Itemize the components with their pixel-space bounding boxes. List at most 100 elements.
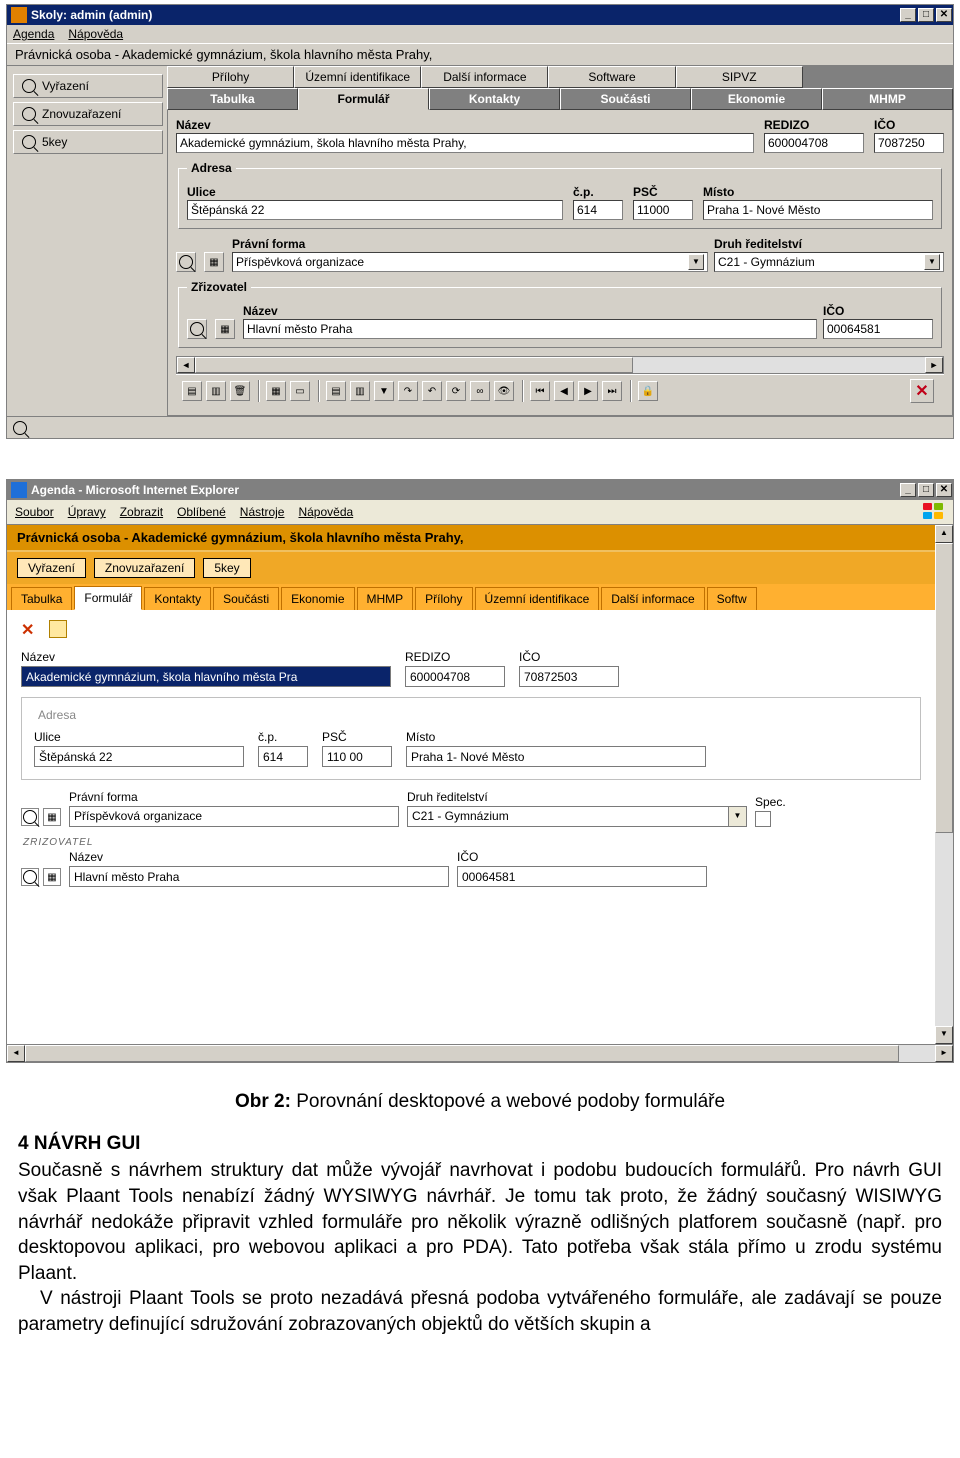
titlebar[interactable]: Skoly: admin (admin) _ □ ✕ [7,5,953,25]
tab-formular[interactable]: Formulář [74,586,142,610]
nav-first-icon[interactable]: ⏮ [530,381,550,401]
menu-upravy[interactable]: Úpravy [68,505,106,519]
detail-icon[interactable]: ▦ [204,252,224,272]
druhreditelstvi-select[interactable]: C21 - Gymnázium▼ [407,806,747,827]
tab-prilohy[interactable]: Přílohy [167,66,294,88]
tool-refresh-icon[interactable]: ⟳ [446,381,466,401]
cp-input[interactable] [258,746,308,767]
ulice-input[interactable] [34,746,244,767]
hscroll[interactable]: ◄ ► [7,1044,953,1062]
tool-table-icon[interactable]: ▤ [326,381,346,401]
scroll-track[interactable] [25,1045,935,1062]
zriz-nazev-input[interactable] [243,319,817,339]
tool-form-icon[interactable]: ▭ [290,381,310,401]
tab-sipvz[interactable]: SIPVZ [676,66,803,88]
chip-5key[interactable]: 5key [203,558,250,578]
scroll-track[interactable] [935,543,953,1026]
menu-oblibene[interactable]: Oblíbené [177,505,226,519]
tab-tabulka[interactable]: Tabulka [167,88,298,110]
tool-lock-icon[interactable]: 🔒 [638,381,658,401]
menu-napoveda[interactable]: Nápověda [68,27,123,41]
menu-nastroje[interactable]: Nástroje [240,505,285,519]
tab-prilohy[interactable]: Přílohy [415,587,472,610]
psc-input[interactable] [633,200,693,220]
tab-mhmp[interactable]: MHMP [822,88,953,110]
tab-uzemni[interactable]: Územní identifikace [475,587,600,610]
scroll-down-button[interactable]: ▼ [935,1026,953,1044]
tab-dalsi[interactable]: Další informace [421,66,548,88]
sidebar-znovuzarazeni[interactable]: Znovuzařazení [13,102,163,126]
lookup-icon[interactable] [176,252,196,272]
tab-uzemni[interactable]: Územní identifikace [294,66,421,88]
ico-input[interactable] [519,666,619,687]
zriz-ico-input[interactable] [823,319,933,339]
chip-znovuzarazeni[interactable]: Znovuzařazení [94,558,195,578]
scroll-right-button[interactable]: ► [925,357,943,373]
pravniforma-select[interactable]: Příspěvková organizace▼ [232,252,708,272]
druhreditelstvi-select[interactable]: C21 - Gymnázium▼ [714,252,944,272]
tool-filter-icon[interactable]: ▼ [374,381,394,401]
maximize-button[interactable]: □ [918,483,934,497]
tool-view-icon[interactable]: 👁 [494,381,514,401]
detail-icon[interactable]: ▦ [43,868,61,886]
pravniforma-select[interactable]: Příspěvková organizace [69,806,399,827]
delete-icon[interactable]: ✕ [21,620,39,638]
ulice-input[interactable] [187,200,563,220]
vscroll[interactable]: ▲ ▼ [935,525,953,1044]
scroll-left-button[interactable]: ◄ [7,1045,25,1062]
tool-link-icon[interactable]: ∞ [470,381,490,401]
tab-soucasti[interactable]: Součásti [560,88,691,110]
nav-prev-icon[interactable]: ◀ [554,381,574,401]
zriz-nazev-input[interactable] [69,866,449,887]
misto-input[interactable] [703,200,933,220]
scroll-thumb[interactable] [935,543,953,833]
menu-zobrazit[interactable]: Zobrazit [120,505,163,519]
close-button[interactable]: ✕ [936,8,952,22]
nazev-input[interactable] [176,133,754,153]
titlebar[interactable]: Agenda - Microsoft Internet Explorer _ □… [7,480,953,500]
sidebar-vyrazeni[interactable]: Vyřazení [13,74,163,98]
nazev-input[interactable] [21,666,391,687]
chip-vyrazeni[interactable]: Vyřazení [17,558,86,578]
misto-input[interactable] [406,746,706,767]
tab-kontakty[interactable]: Kontakty [144,587,211,610]
maximize-button[interactable]: □ [918,8,934,22]
tool-import-icon[interactable]: ↶ [422,381,442,401]
scroll-up-button[interactable]: ▲ [935,525,953,543]
redizo-input[interactable] [764,133,864,153]
ico-input[interactable] [874,133,944,153]
tool-new-icon[interactable]: ▤ [182,381,202,401]
hscroll[interactable]: ◄ ► [176,356,944,374]
scroll-left-button[interactable]: ◄ [177,357,195,373]
tab-ekonomie[interactable]: Ekonomie [281,587,354,610]
tool-export-icon[interactable]: ↷ [398,381,418,401]
tool-list-icon[interactable]: ▥ [350,381,370,401]
nav-next-icon[interactable]: ▶ [578,381,598,401]
lookup-icon[interactable] [21,868,39,886]
spec-checkbox[interactable] [755,811,771,827]
tab-ekonomie[interactable]: Ekonomie [691,88,822,110]
save-icon[interactable] [49,620,67,638]
redizo-input[interactable] [405,666,505,687]
tab-softw[interactable]: Softw [707,587,757,610]
tab-dalsi[interactable]: Další informace [601,587,704,610]
menu-agenda[interactable]: Agenda [13,27,54,41]
close-button[interactable]: ✕ [936,483,952,497]
tool-delete-icon[interactable]: 🗑 [230,381,250,401]
menu-napoveda[interactable]: Nápověda [298,505,353,519]
cp-input[interactable] [573,200,623,220]
menu-soubor[interactable]: Soubor [15,505,54,519]
nav-last-icon[interactable]: ⏭ [602,381,622,401]
tab-mhmp[interactable]: MHMP [357,587,414,610]
tab-kontakty[interactable]: Kontakty [429,88,560,110]
tab-soucasti[interactable]: Součásti [213,587,279,610]
minimize-button[interactable]: _ [900,8,916,22]
psc-input[interactable] [322,746,392,767]
tab-software[interactable]: Software [548,66,675,88]
sidebar-5key[interactable]: 5key [13,130,163,154]
close-panel-button[interactable]: ✕ [910,379,934,403]
tab-tabulka[interactable]: Tabulka [11,587,72,610]
detail-icon[interactable]: ▦ [43,808,61,826]
lookup-icon[interactable] [21,808,39,826]
tool-copy-icon[interactable]: ▥ [206,381,226,401]
